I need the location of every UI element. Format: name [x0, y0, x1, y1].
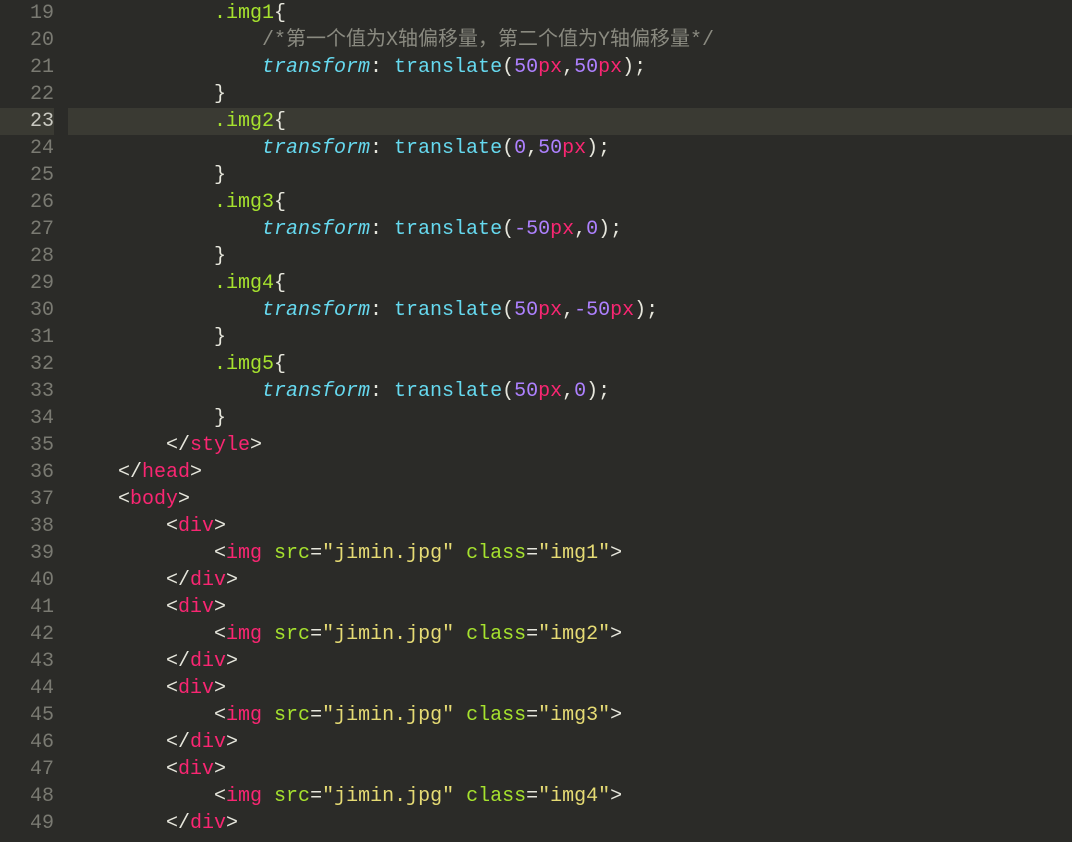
code-line[interactable]: </style>: [68, 432, 1072, 459]
line-number: 44: [0, 675, 54, 702]
code-line[interactable]: transform: translate(50px,50px);: [68, 54, 1072, 81]
line-number: 27: [0, 216, 54, 243]
code-line[interactable]: }: [68, 324, 1072, 351]
code-line[interactable]: transform: translate(50px,0);: [68, 378, 1072, 405]
line-number-gutter: 1920212223242526272829303132333435363738…: [0, 0, 68, 842]
code-line[interactable]: }: [68, 243, 1072, 270]
code-line[interactable]: <img src="jimin.jpg" class="img2">: [68, 621, 1072, 648]
code-line[interactable]: .img3{: [68, 189, 1072, 216]
code-line[interactable]: <div>: [68, 756, 1072, 783]
line-number: 29: [0, 270, 54, 297]
line-number: 26: [0, 189, 54, 216]
line-number: 37: [0, 486, 54, 513]
code-line[interactable]: </head>: [68, 459, 1072, 486]
line-number: 30: [0, 297, 54, 324]
code-line[interactable]: }: [68, 81, 1072, 108]
code-line[interactable]: <img src="jimin.jpg" class="img1">: [68, 540, 1072, 567]
code-editor[interactable]: 1920212223242526272829303132333435363738…: [0, 0, 1072, 842]
line-number: 45: [0, 702, 54, 729]
code-line[interactable]: .img4{: [68, 270, 1072, 297]
line-number: 39: [0, 540, 54, 567]
line-number: 42: [0, 621, 54, 648]
line-number: 47: [0, 756, 54, 783]
code-line[interactable]: transform: translate(-50px,0);: [68, 216, 1072, 243]
code-line[interactable]: </div>: [68, 729, 1072, 756]
code-line[interactable]: .img2{: [68, 108, 1072, 135]
code-line[interactable]: transform: translate(0,50px);: [68, 135, 1072, 162]
code-line[interactable]: <div>: [68, 513, 1072, 540]
line-number: 40: [0, 567, 54, 594]
code-line[interactable]: <div>: [68, 594, 1072, 621]
line-number: 36: [0, 459, 54, 486]
code-line[interactable]: transform: translate(50px,-50px);: [68, 297, 1072, 324]
code-area[interactable]: .img1{/*第一个值为X轴偏移量，第二个值为Y轴偏移量*/transform…: [68, 0, 1072, 842]
line-number: 41: [0, 594, 54, 621]
code-line[interactable]: }: [68, 162, 1072, 189]
line-number: 48: [0, 783, 54, 810]
code-line[interactable]: .img1{: [68, 0, 1072, 27]
code-line[interactable]: </div>: [68, 810, 1072, 837]
code-line[interactable]: </div>: [68, 567, 1072, 594]
code-line[interactable]: /*第一个值为X轴偏移量，第二个值为Y轴偏移量*/: [68, 27, 1072, 54]
line-number: 31: [0, 324, 54, 351]
line-number: 25: [0, 162, 54, 189]
line-number: 38: [0, 513, 54, 540]
line-number: 24: [0, 135, 54, 162]
line-number: 22: [0, 81, 54, 108]
line-number: 35: [0, 432, 54, 459]
line-number: 33: [0, 378, 54, 405]
code-line[interactable]: <div>: [68, 675, 1072, 702]
code-line[interactable]: <img src="jimin.jpg" class="img4">: [68, 783, 1072, 810]
line-number: 19: [0, 0, 54, 27]
line-number: 23: [0, 108, 54, 135]
line-number: 46: [0, 729, 54, 756]
line-number: 43: [0, 648, 54, 675]
line-number: 34: [0, 405, 54, 432]
code-line[interactable]: <body>: [68, 486, 1072, 513]
line-number: 49: [0, 810, 54, 837]
code-line[interactable]: }: [68, 405, 1072, 432]
code-line[interactable]: </div>: [68, 648, 1072, 675]
line-number: 20: [0, 27, 54, 54]
code-line[interactable]: <img src="jimin.jpg" class="img3">: [68, 702, 1072, 729]
line-number: 32: [0, 351, 54, 378]
code-line[interactable]: .img5{: [68, 351, 1072, 378]
line-number: 21: [0, 54, 54, 81]
line-number: 28: [0, 243, 54, 270]
